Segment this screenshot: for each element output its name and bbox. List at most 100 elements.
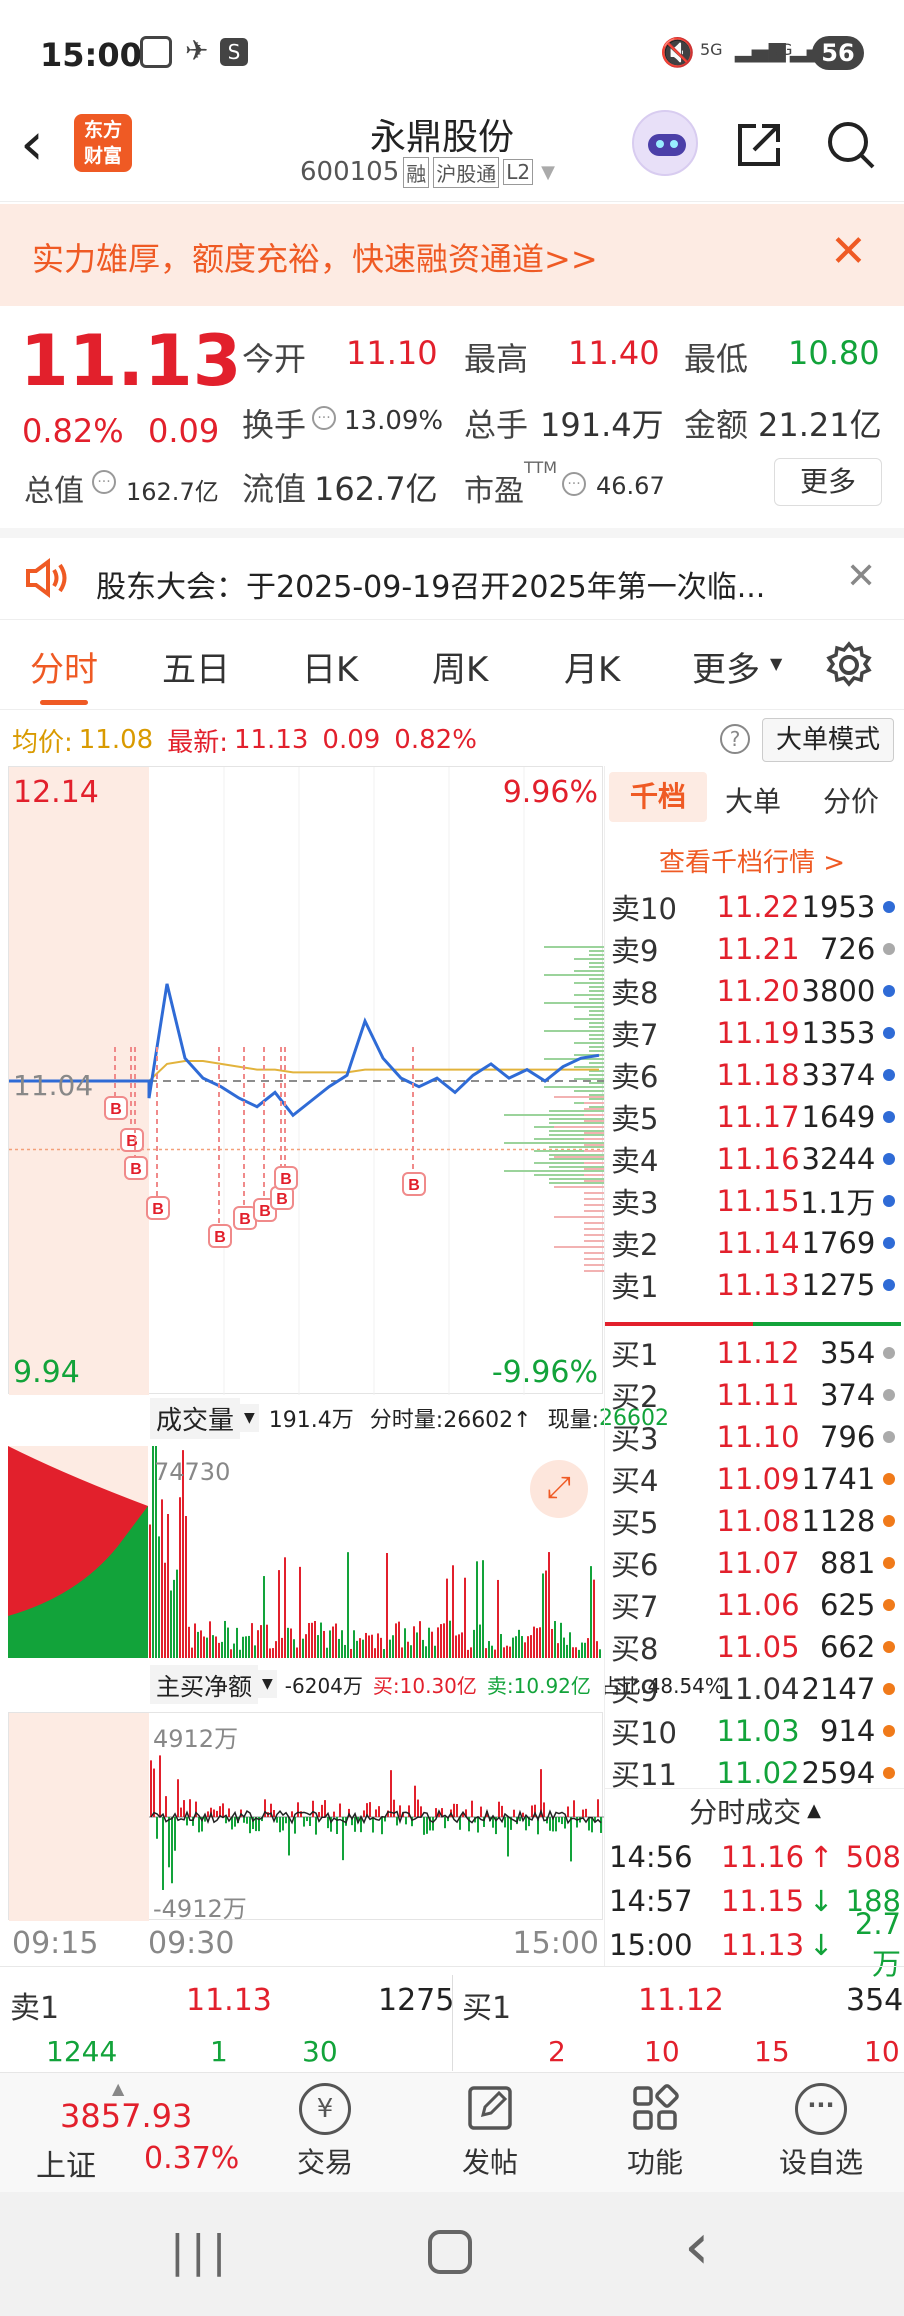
share-icon[interactable] (734, 120, 784, 170)
bid-level: 买6 (611, 1548, 659, 1582)
bid-volume: 914 (819, 1714, 876, 1748)
tab-depth-active[interactable]: 千档 (609, 772, 707, 822)
gear-icon[interactable] (824, 640, 874, 690)
svg-text:B: B (259, 1203, 271, 1220)
flow-indicator-select[interactable]: 主买净额 (150, 1664, 258, 1704)
promo-banner[interactable]: 实力雄厚，额度充裕，快速融资通道>> ✕ (0, 204, 904, 306)
tab-intraday[interactable]: 分时 (30, 642, 98, 691)
index-ticker[interactable]: ▲ 3857.93 上证 0.37% (0, 2073, 240, 2193)
big-order-mode-button[interactable]: 大单模式 (762, 718, 894, 762)
pct-axis-top: 9.96% (502, 775, 598, 810)
info-icon[interactable]: ··· (92, 470, 116, 494)
price-axis-top: 12.14 (13, 775, 99, 810)
buy-marker: B (233, 1206, 257, 1230)
ask-row[interactable]: 卖8 11.20 3800 (605, 970, 895, 1012)
index-name: 上证 (36, 2149, 96, 2184)
bid-level: 买3 (611, 1422, 659, 1456)
more-button[interactable]: 更多 (774, 458, 882, 506)
nav-trade[interactable]: ¥ 交易 (270, 2083, 380, 2187)
tab-daily-k[interactable]: 日K (302, 642, 358, 691)
tab-price-dist[interactable]: 分价 (823, 780, 879, 820)
bid-row[interactable]: 买1 11.12 354 (605, 1332, 895, 1374)
tab-big-order[interactable]: 大单 (725, 780, 781, 820)
volume-header: 成交量 ▼ 191.4万 分时量:26602↑ 现量: 26602 (150, 1397, 669, 1439)
bid-price: 11.05 (716, 1630, 800, 1664)
ask-row[interactable]: 卖2 11.14 1769 (605, 1222, 895, 1264)
svg-text:B: B (110, 1101, 122, 1118)
turnover-label: 换手 (242, 406, 307, 444)
info-icon[interactable]: ··· (312, 406, 336, 430)
bid-row[interactable]: 买2 11.11 374 (605, 1374, 895, 1416)
bid-dot (883, 1431, 895, 1443)
ask-volume: 1353 (801, 1016, 876, 1050)
ticks-header[interactable]: 分时成交 ▲ (605, 1788, 904, 1832)
bid-row[interactable]: 买5 11.08 1128 (605, 1500, 895, 1542)
bid-level: 买1 (611, 1338, 659, 1372)
nav-watchlist[interactable]: ··· 设自选 (766, 2083, 876, 2187)
bid-row[interactable]: 买8 11.05 662 (605, 1626, 895, 1668)
svg-text:B: B (214, 1229, 226, 1246)
depth-link[interactable]: 查看千档行情 > (659, 842, 845, 879)
bid-level: 买10 (611, 1716, 677, 1750)
bid-row[interactable]: 买11 11.02 2594 (605, 1752, 895, 1792)
volume-indicator-select[interactable]: 成交量 (150, 1397, 241, 1439)
bid-row[interactable]: 买7 11.06 625 (605, 1584, 895, 1626)
info-icon[interactable]: ··· (562, 472, 586, 496)
ask-level: 卖4 (611, 1144, 659, 1178)
volume-chart[interactable]: 74730 ⤢ (8, 1446, 603, 1658)
home-icon[interactable] (428, 2230, 472, 2274)
tab-more[interactable]: 更多 (692, 642, 760, 691)
nav-post[interactable]: 发帖 (435, 2083, 545, 2187)
index-value: 3857.93 (60, 2097, 193, 2135)
search-icon[interactable] (824, 118, 878, 172)
bid-volume: 2594 (801, 1756, 876, 1790)
stock-code-row[interactable]: 600105 融 沪股通 L2 ▼ (300, 154, 555, 190)
ask-row[interactable]: 卖9 11.21 726 (605, 928, 895, 970)
tab-monthly-k[interactable]: 月K (564, 642, 620, 691)
svg-text:B: B (280, 1171, 292, 1188)
ask-price: 11.21 (716, 932, 800, 966)
ask-row[interactable]: 卖3 11.15 1.1万 (605, 1180, 895, 1222)
close-icon[interactable]: ✕ (830, 226, 867, 277)
ask-volume: 1953 (801, 890, 876, 924)
assistant-avatar[interactable] (632, 110, 698, 176)
ask-price: 11.22 (716, 890, 800, 924)
ask-row[interactable]: 卖10 11.22 1953 (605, 886, 895, 928)
help-icon[interactable]: ? (720, 724, 750, 754)
dropdown-icon[interactable]: ▼ (541, 162, 555, 183)
ask-row[interactable]: 卖1 11.13 1275 (605, 1264, 895, 1306)
mute-icon: 🔇 (660, 36, 695, 69)
mcap-value: 162.7亿 (126, 478, 219, 506)
ask-row[interactable]: 卖5 11.17 1649 (605, 1096, 895, 1138)
bottom-right-num: 10 (644, 2035, 680, 2068)
back-nav-icon[interactable]: ‹ (684, 2210, 710, 2284)
notice-bar[interactable]: 股东大会：于2025-09-19召开2025年第一次临... ✕ (0, 528, 904, 620)
high-value: 11.40 (568, 334, 660, 372)
bid-row[interactable]: 买9 11.04 2147 (605, 1668, 895, 1710)
time-axis: 09:15 09:30 15:00 (8, 1926, 603, 1966)
nav-functions[interactable]: 功能 (600, 2083, 710, 2187)
ask-row[interactable]: 卖6 11.18 3374 (605, 1054, 895, 1096)
expand-icon[interactable]: ⤢ (530, 1460, 588, 1518)
ask-row[interactable]: 卖7 11.19 1353 (605, 1012, 895, 1054)
bid-price: 11.03 (716, 1714, 800, 1748)
close-icon[interactable]: ✕ (846, 556, 876, 597)
recents-icon[interactable]: ||| (170, 2226, 232, 2277)
flow-chart[interactable]: 4912万 -4912万 (8, 1712, 604, 1923)
bid-row[interactable]: 买4 11.09 1741 (605, 1458, 895, 1500)
tab-five-day[interactable]: 五日 (162, 642, 230, 691)
bid-volume: 1128 (801, 1504, 876, 1538)
back-icon[interactable]: ‹ (20, 114, 44, 174)
bid-row[interactable]: 买10 11.03 914 (605, 1710, 895, 1752)
ask-row[interactable]: 卖4 11.16 3244 (605, 1138, 895, 1180)
tick-volume: 508 (845, 1840, 901, 1874)
tab-weekly-k[interactable]: 周K (432, 642, 488, 691)
bid-row[interactable]: 买6 11.07 881 (605, 1542, 895, 1584)
intraday-price-chart[interactable]: BBBBBBBBBB 12.14 9.94 11.04 9.96% -9.96% (8, 766, 604, 1395)
bid-row[interactable]: 买3 11.10 796 (605, 1416, 895, 1458)
chevron-down-icon[interactable]: ▼ (240, 1404, 259, 1432)
chevron-down-icon[interactable]: ▼ (258, 1670, 277, 1698)
bid-dot (883, 1641, 895, 1653)
bottom-buy-vol: 354 (846, 1983, 904, 2018)
time-open: 09:30 (148, 1926, 235, 1961)
